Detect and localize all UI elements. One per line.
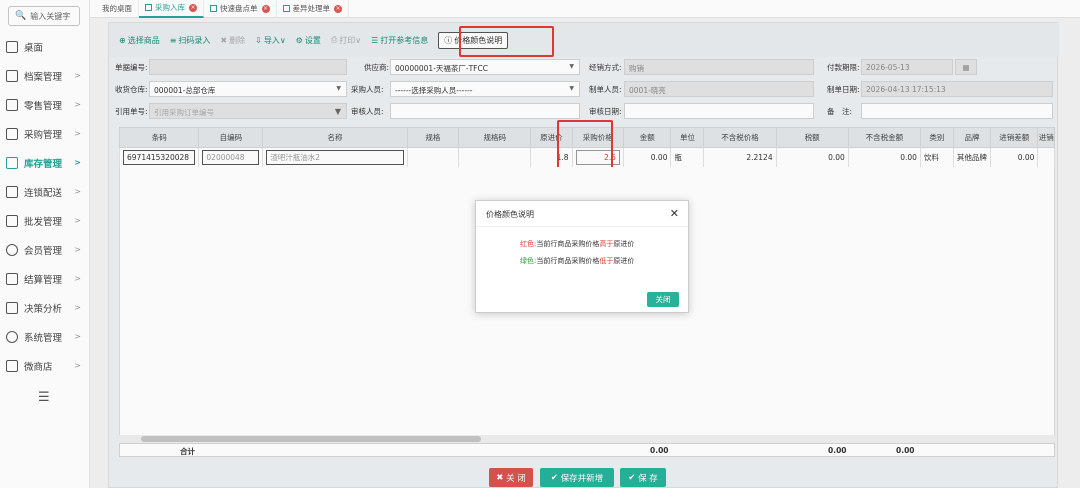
red-text: 当前行商品采购价格 [536,240,600,248]
price-color-dialog: 价格颜色说明 ✕ 红色:当前行商品采购价格高于原进价 绿色:当前行商品采购价格低… [475,200,689,313]
green-label: 绿色: [520,257,537,265]
dialog-close-button[interactable]: 关闭 [647,292,679,307]
red-emphasis: 高于 [599,240,614,248]
green-emphasis: 低于 [599,257,614,265]
green-text-end: 原进价 [613,257,635,265]
dialog-title: 价格颜色说明 [486,210,534,219]
close-icon[interactable]: ✕ [670,207,679,220]
dialog-header: 价格颜色说明 ✕ [476,201,688,227]
button-label: 关闭 [655,295,671,304]
red-text-end: 原进价 [613,240,635,248]
green-description: 绿色:当前行商品采购价格低于原进价 [520,256,634,266]
red-description: 红色:当前行商品采购价格高于原进价 [520,239,634,249]
green-text: 当前行商品采购价格 [536,257,600,265]
red-label: 红色: [520,240,537,248]
